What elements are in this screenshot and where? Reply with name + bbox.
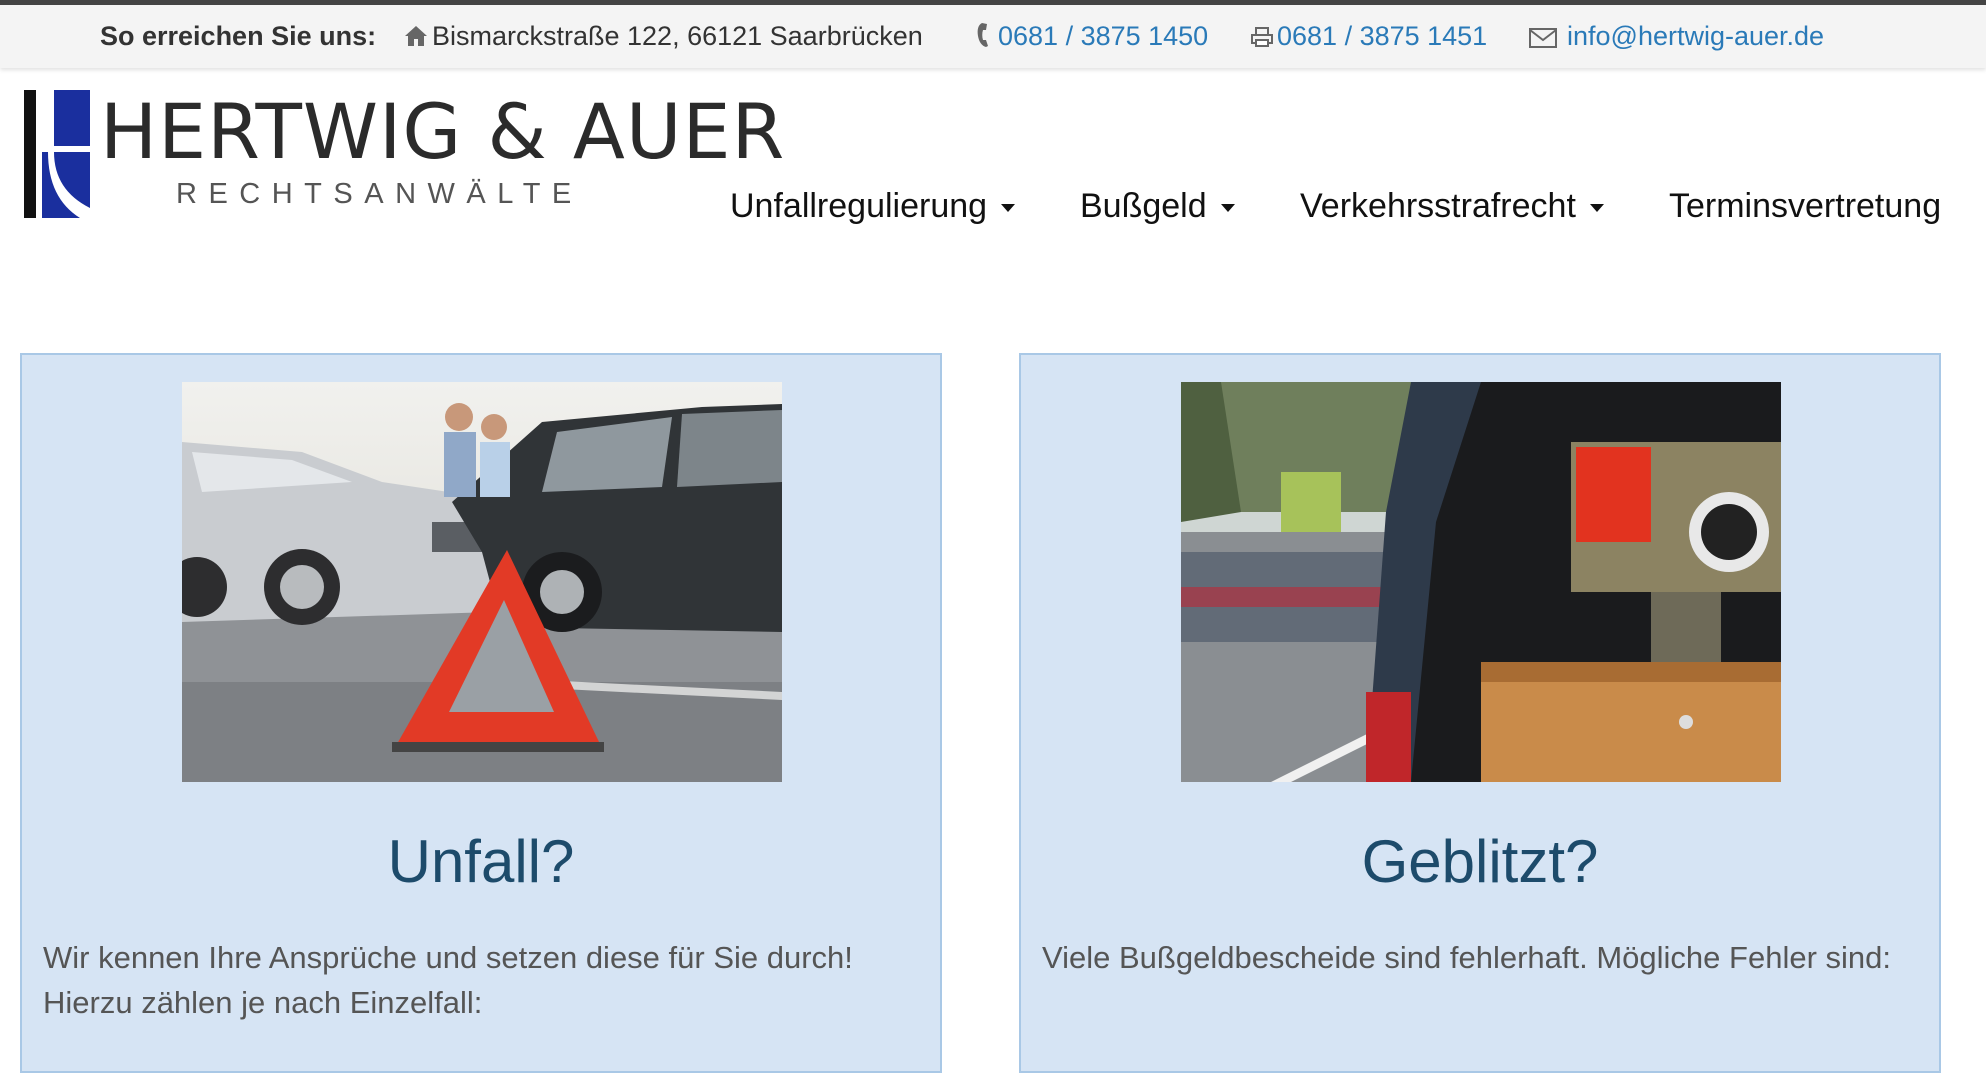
- contact-bar: So erreichen Sie uns: Bismarckstraße 122…: [0, 0, 1986, 68]
- caret-down-icon: [1001, 204, 1016, 212]
- nav-item-label: Unfallregulierung: [730, 187, 988, 225]
- email-link[interactable]: info@hertwig-auer.de: [1567, 21, 1824, 51]
- fax-link[interactable]: 0681 / 3875 1451: [1277, 21, 1487, 51]
- nav-item-terminsvertretung[interactable]: Terminsvertretung: [1669, 186, 1941, 226]
- speed-camera-photo[interactable]: [1181, 382, 1781, 782]
- fax-icon: [1251, 27, 1273, 47]
- nav-item-unfallregulierung[interactable]: Unfallregulierung: [730, 186, 1016, 226]
- caret-down-icon: [1589, 204, 1604, 212]
- nav-item-label: Verkehrsstrafrecht: [1300, 187, 1576, 225]
- address-text: Bismarckstraße 122, 66121 Saarbrücken: [432, 21, 923, 51]
- phone[interactable]: 0681 / 3875 1450: [975, 19, 1208, 53]
- email[interactable]: info@hertwig-auer.de: [1528, 19, 1824, 53]
- caret-down-icon: [1220, 204, 1235, 212]
- home-icon: [405, 26, 427, 46]
- envelope-icon: [1529, 28, 1557, 48]
- logo-title: HERTWIG & AUER: [100, 87, 786, 176]
- card-text: Viele Bußgeldbescheide sind fehlerhaft. …: [1042, 940, 1891, 975]
- card-unfall: Unfall? Wir kennen Ihre Ansprüche und se…: [20, 353, 942, 1073]
- card-title: Geblitzt?: [1361, 828, 1599, 895]
- nav-item-bussgeld[interactable]: Bußgeld: [1080, 186, 1235, 226]
- nav-item-label: Terminsvertretung: [1669, 187, 1942, 225]
- contact-label: So erreichen Sie uns:: [100, 21, 377, 51]
- card-geblitzt: Geblitzt? Viele Bußgeldbescheide sind fe…: [1019, 353, 1941, 1073]
- card-text: Wir kennen Ihre Ansprüche und setzen die…: [43, 940, 853, 1020]
- fax[interactable]: 0681 / 3875 1451: [1250, 19, 1487, 53]
- car-accident-photo[interactable]: [182, 382, 782, 782]
- nav-item-label: Bußgeld: [1080, 187, 1207, 225]
- nav-item-verkehrsstrafrecht[interactable]: Verkehrsstrafrecht: [1300, 186, 1604, 226]
- card-title: Unfall?: [387, 828, 575, 895]
- phone-icon: [977, 23, 988, 47]
- address: Bismarckstraße 122, 66121 Saarbrücken: [403, 19, 923, 53]
- main-nav: Unfallregulierung Bußgeld Verkehrsstrafr…: [0, 186, 1986, 226]
- phone-link[interactable]: 0681 / 3875 1450: [998, 21, 1208, 51]
